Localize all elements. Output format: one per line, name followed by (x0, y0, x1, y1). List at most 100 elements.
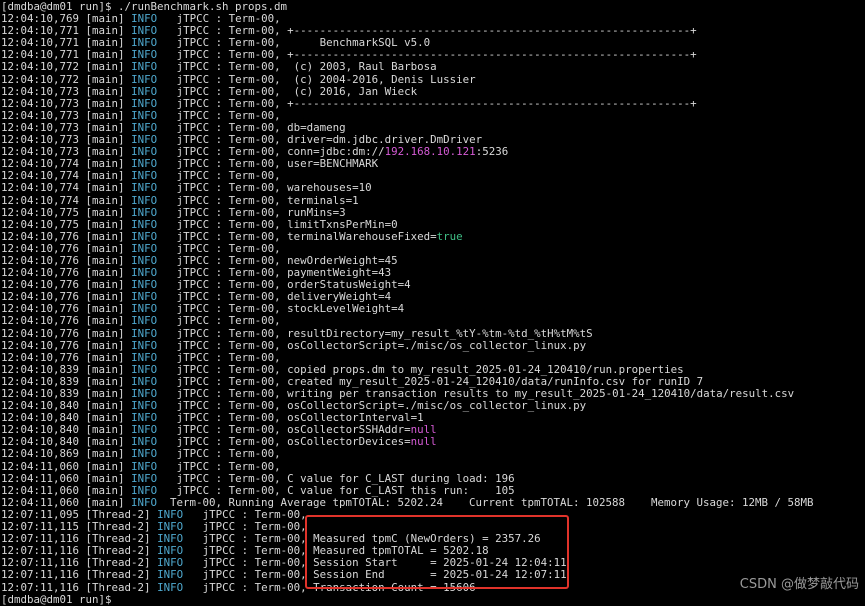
log-message: terminalWarehouseFixed= (287, 230, 437, 243)
log-level: INFO (131, 303, 158, 316)
log-thread: [main] (85, 484, 125, 497)
log-timestamp: 12:04:10,772 (1, 73, 80, 86)
log-terminal: Term-00, (228, 375, 281, 388)
log-terminal: Term-00, (228, 170, 281, 183)
log-level: INFO (131, 291, 158, 304)
log-level: INFO (131, 327, 158, 340)
log-message: osCollectorScript=./misc/os_collector_li… (287, 339, 587, 352)
log-source: jTPCC (176, 170, 210, 183)
log-source: jTPCC (202, 569, 236, 582)
log-message: copied props.dm to my_result_2025-01-24_… (287, 363, 684, 376)
log-message: osCollectorDevices= (287, 436, 411, 449)
log-line: 12:04:10,774 [main] INFO jTPCC : Term-00… (1, 182, 372, 195)
log-source: jTPCC (176, 254, 210, 267)
log-source: jTPCC (202, 533, 236, 546)
log-thread: [main] (85, 363, 125, 376)
log-message: osCollectorScript=./misc/os_collector_li… (287, 400, 587, 413)
log-message: warehouses=10 (287, 182, 372, 195)
log-line: 12:04:10,775 [main] INFO jTPCC : Term-00… (1, 218, 398, 231)
log-message: true (436, 230, 463, 243)
log-source: jTPCC (176, 303, 210, 316)
log-level: INFO (131, 158, 158, 171)
log-lines: 12:04:10,769 [main] INFO jTPCC : Term-00… (1, 13, 863, 594)
log-segment: Term-00, Running Average tpmTOTAL: 5202.… (157, 496, 814, 509)
log-level: INFO (131, 61, 158, 74)
log-line: 12:04:10,776 [main] INFO jTPCC : Term-00… (1, 254, 398, 267)
log-line: 12:04:10,773 [main] INFO jTPCC : Term-00… (1, 97, 697, 110)
log-timestamp: 12:04:10,774 (1, 194, 80, 207)
log-terminal: Term-00, (228, 109, 281, 122)
log-level: INFO (131, 13, 158, 26)
log-line: 12:04:10,772 [main] INFO jTPCC : Term-00… (1, 61, 437, 74)
log-source: jTPCC (176, 424, 210, 437)
shell-prompt[interactable]: [dmdba@dm01 run]$ (1, 594, 863, 606)
log-terminal: Term-00, (254, 569, 307, 582)
log-line: 12:04:10,774 [main] INFO jTPCC : Term-00… (1, 158, 379, 171)
log-timestamp: 12:04:10,840 (1, 412, 80, 425)
log-source: jTPCC (176, 436, 210, 449)
log-thread: [main] (85, 400, 125, 413)
log-source: jTPCC (202, 521, 236, 534)
log-line: 12:04:10,840 [main] INFO jTPCC : Term-00… (1, 400, 587, 413)
log-thread: [main] (85, 254, 125, 267)
log-level: INFO (131, 49, 158, 62)
log-thread: [main] (85, 158, 125, 171)
log-level: INFO (131, 109, 158, 122)
log-source: jTPCC (202, 557, 236, 570)
log-timestamp: 12:04:10,774 (1, 170, 80, 183)
log-source: jTPCC (176, 109, 210, 122)
log-source: jTPCC (176, 400, 210, 413)
log-thread: [main] (85, 388, 125, 400)
log-line: 12:04:10,776 [main] INFO jTPCC : Term-00… (1, 315, 281, 328)
log-level: INFO (131, 351, 158, 364)
log-thread: [Thread-2] (85, 581, 151, 594)
log-level: INFO (131, 279, 158, 292)
log-source: jTPCC (176, 85, 210, 98)
log-timestamp: 12:07:11,116 (1, 557, 80, 570)
log-source: jTPCC (176, 375, 210, 388)
log-line: 12:04:10,773 [main] INFO jTPCC : Term-00… (1, 121, 346, 134)
log-terminal: Term-00, (228, 315, 281, 328)
log-line: 12:04:10,773 [main] INFO jTPCC : Term-00… (1, 134, 483, 147)
log-timestamp: 12:04:10,775 (1, 218, 80, 231)
log-line: 12:04:10,776 [main] INFO jTPCC : Term-00… (1, 291, 392, 304)
log-thread: [main] (85, 37, 125, 50)
log-terminal: Term-00, (254, 557, 307, 570)
log-message: stockLevelWeight=4 (287, 303, 405, 316)
log-thread: [main] (85, 206, 125, 219)
log-source: jTPCC (176, 279, 210, 292)
log-terminal: Term-00, (228, 97, 281, 110)
log-message: :5236 (475, 146, 509, 159)
log-level: INFO (157, 557, 184, 570)
log-terminal: Term-00, (228, 206, 281, 219)
log-source: jTPCC (176, 267, 210, 280)
log-line: 12:04:10,774 [main] INFO jTPCC : Term-00… (1, 170, 281, 183)
log-timestamp: 12:04:10,773 (1, 109, 80, 122)
log-source: jTPCC (202, 545, 236, 558)
log-terminal: Term-00, (228, 194, 281, 207)
log-thread: [main] (85, 109, 125, 122)
log-thread: [main] (85, 97, 125, 110)
log-line: 12:04:10,769 [main] INFO jTPCC : Term-00… (1, 13, 281, 26)
log-source: jTPCC (176, 460, 210, 473)
log-terminal: Term-00, (254, 521, 307, 534)
log-level: INFO (131, 73, 158, 86)
log-source: jTPCC (176, 242, 210, 255)
log-level: INFO (131, 85, 158, 98)
log-timestamp: 12:04:10,771 (1, 49, 80, 62)
log-thread: [main] (85, 170, 125, 183)
log-line: 12:04:10,775 [main] INFO jTPCC : Term-00… (1, 206, 346, 219)
log-terminal: Term-00, (228, 412, 281, 425)
results-highlight-box (305, 515, 569, 589)
log-terminal: Term-00, (228, 363, 281, 376)
log-level: INFO (131, 363, 158, 376)
log-source: jTPCC (176, 339, 210, 352)
log-thread: [main] (85, 61, 125, 74)
log-level: INFO (131, 182, 158, 195)
log-timestamp: 12:04:11,060 (1, 484, 80, 497)
log-line: 12:04:10,839 [main] INFO jTPCC : Term-00… (1, 363, 684, 376)
log-line: 12:04:10,771 [main] INFO jTPCC : Term-00… (1, 49, 697, 62)
log-level: INFO (131, 218, 158, 231)
log-timestamp: 12:04:10,776 (1, 254, 80, 267)
log-terminal: Term-00, (228, 230, 281, 243)
